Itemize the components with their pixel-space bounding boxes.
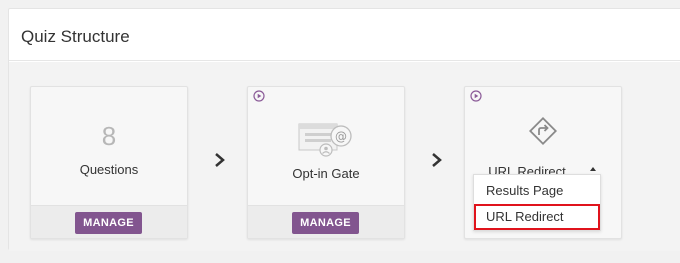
play-circle-icon[interactable]: [470, 90, 482, 102]
dropdown-option-results-page[interactable]: Results Page: [474, 178, 600, 204]
manage-optin-button[interactable]: MANAGE: [292, 212, 359, 234]
turn-right-sign-icon: [528, 116, 558, 146]
email-form-icon: @: [298, 123, 352, 157]
question-count: 8: [101, 121, 117, 151]
caret-up-icon[interactable]: [590, 167, 596, 171]
card-footer: MANAGE: [31, 205, 187, 238]
svg-text:@: @: [335, 130, 347, 144]
chevron-right-icon: [432, 153, 442, 167]
redirect-type-dropdown[interactable]: Results Page URL Redirect: [473, 174, 601, 231]
manage-questions-button[interactable]: MANAGE: [75, 212, 142, 234]
questions-card: 8 Questions MANAGE: [30, 86, 188, 239]
page-title: Quiz Structure: [21, 27, 130, 46]
optin-gate-card: @ Opt-in Gate MANAGE: [247, 86, 405, 239]
questions-label: Questions: [79, 162, 139, 177]
optin-gate-label: Opt-in Gate: [292, 166, 360, 181]
chevron-right-icon: [215, 153, 225, 167]
card-footer: MANAGE: [248, 205, 404, 238]
panel-header: Quiz Structure: [9, 9, 680, 61]
play-circle-icon[interactable]: [253, 90, 265, 102]
dropdown-option-url-redirect[interactable]: URL Redirect: [474, 204, 600, 230]
